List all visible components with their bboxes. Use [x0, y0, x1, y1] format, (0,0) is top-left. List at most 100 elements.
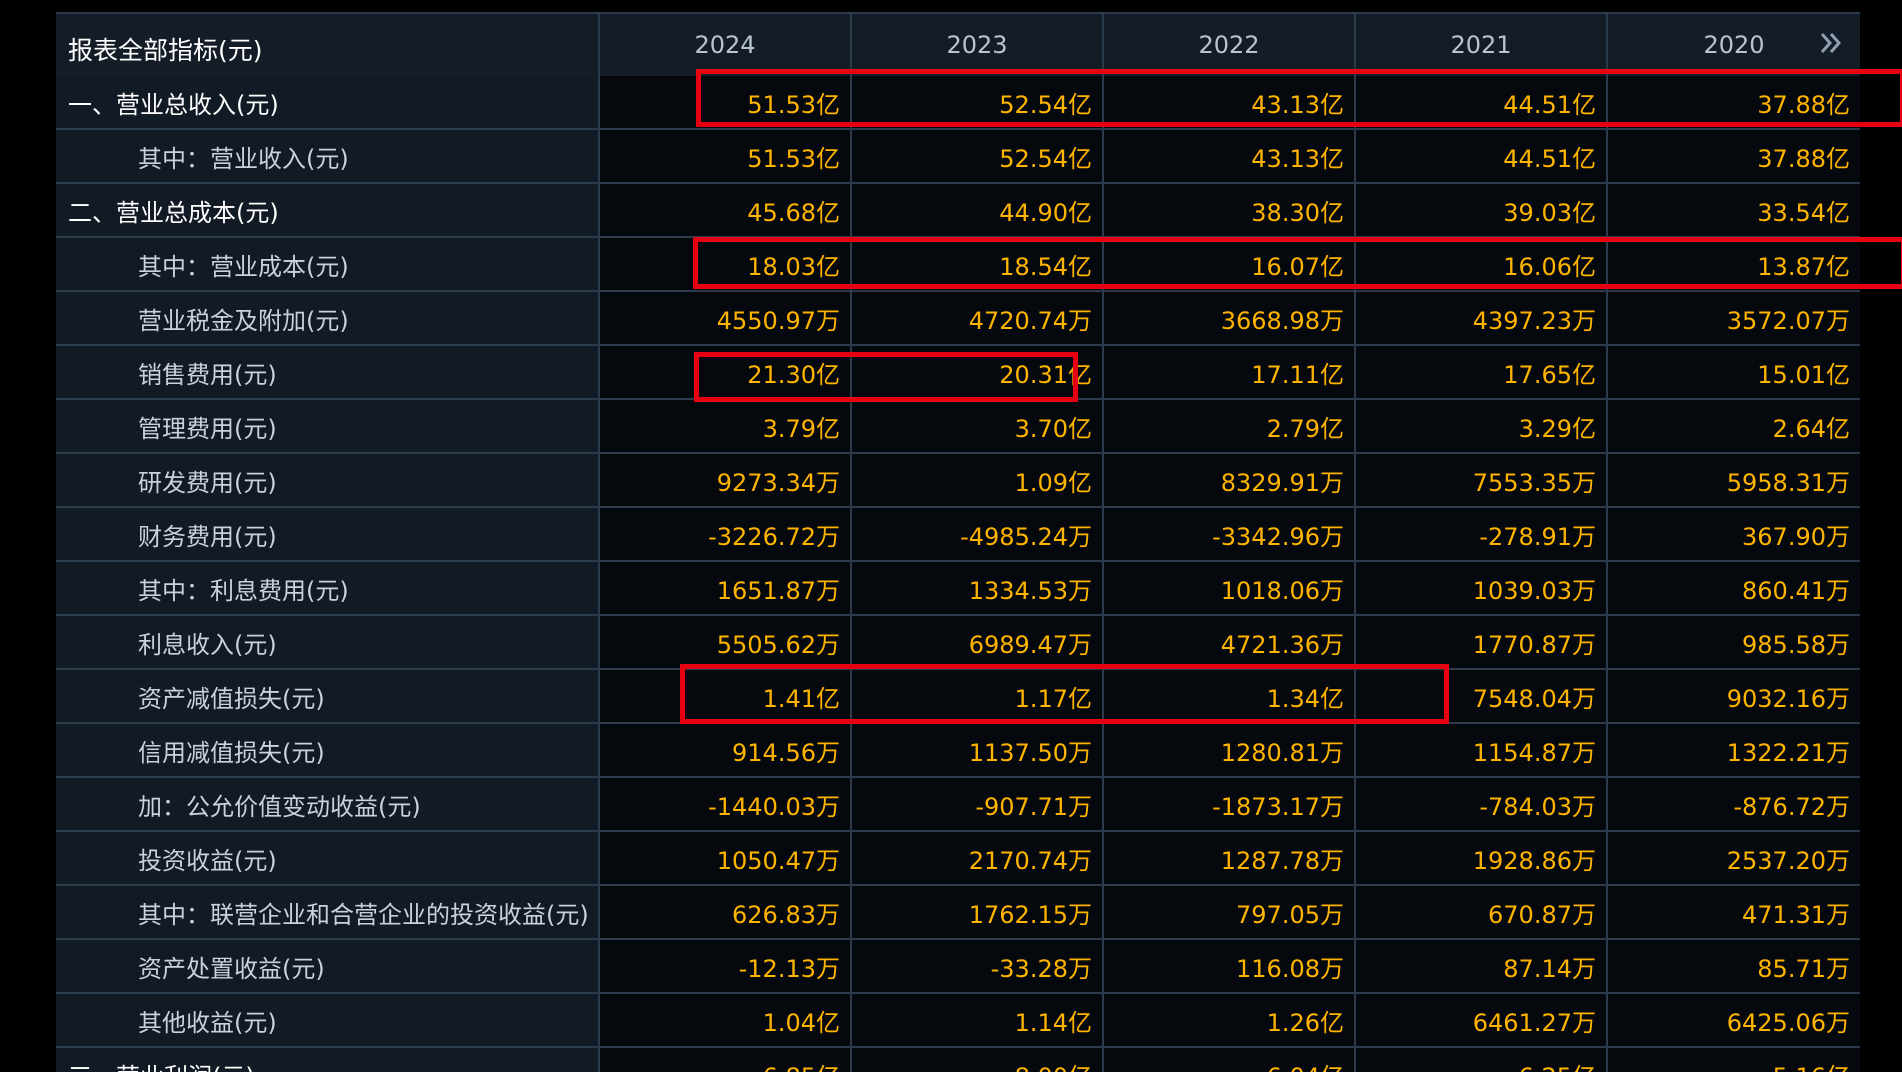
- table-row-admin-expense[interactable]: 管理费用(元) 3.79亿 3.70亿 2.79亿 3.29亿 2.64亿: [56, 400, 1860, 454]
- value-cell-2024: 21.30亿: [600, 346, 852, 398]
- value-cell-2023: 1.17亿: [852, 670, 1104, 722]
- table-row-selling-expense[interactable]: 销售费用(元) 21.30亿 20.31亿 17.11亿 17.65亿 15.01亿: [56, 346, 1860, 400]
- value-cell-2024: -3226.72万: [600, 508, 852, 560]
- value-cell-2020: 2.64亿: [1608, 400, 1860, 452]
- value-cell-2024: 18.03亿: [600, 238, 852, 290]
- table-row-tax-surcharge[interactable]: 营业税金及附加(元) 4550.97万 4720.74万 3668.98万 4397.2…: [56, 292, 1860, 346]
- value-cell-2020: 860.41万: [1608, 562, 1860, 614]
- table-row-operating-cost[interactable]: 其中：营业成本(元) 18.03亿 18.54亿 16.07亿 16.06亿 13.87亿: [56, 238, 1860, 292]
- value-cell-2020: 6425.06万: [1608, 994, 1860, 1046]
- row-label: 资产处置收益(元): [56, 940, 600, 992]
- row-label: 利息收入(元): [56, 616, 600, 668]
- value-cell-2020: 9032.16万: [1608, 670, 1860, 722]
- value-cell-2020: 5.16亿: [1608, 1048, 1860, 1072]
- table-row-interest-income[interactable]: 利息收入(元) 5505.62万 6989.47万 4721.36万 1770.87万 9…: [56, 616, 1860, 670]
- value-cell-2020: 367.90万: [1608, 508, 1860, 560]
- value-cell-2020: 2537.20万: [1608, 832, 1860, 884]
- value-cell-2023: 52.54亿: [852, 76, 1104, 128]
- value-cell-2022: -1873.17万: [1104, 778, 1356, 830]
- value-cell-2023: 44.90亿: [852, 184, 1104, 236]
- row-label: 二、营业总成本(元): [56, 184, 600, 236]
- table-row-investment-income[interactable]: 投资收益(元) 1050.47万 2170.74万 1287.78万 1928.86万 2…: [56, 832, 1860, 886]
- value-cell-2023: 2170.74万: [852, 832, 1104, 884]
- table-row-finance-expense[interactable]: 财务费用(元) -3226.72万 -4985.24万 -3342.96万 -278.9…: [56, 508, 1860, 562]
- value-cell-2024: 914.56万: [600, 724, 852, 776]
- table-row-interest-expense[interactable]: 其中：利息费用(元) 1651.87万 1334.53万 1018.06万 1039.0…: [56, 562, 1860, 616]
- value-cell-2024: 6.85亿: [600, 1048, 852, 1072]
- value-cell-2021: -784.03万: [1356, 778, 1608, 830]
- value-cell-2020: 471.31万: [1608, 886, 1860, 938]
- row-label: 一、营业总收入(元): [56, 76, 600, 128]
- table-row-asset-disposal-gain[interactable]: 资产处置收益(元) -12.13万 -33.28万 116.08万 87.14万 85.7…: [56, 940, 1860, 994]
- value-cell-2022: 1280.81万: [1104, 724, 1356, 776]
- value-cell-2020: 3572.07万: [1608, 292, 1860, 344]
- row-label: 财务费用(元): [56, 508, 600, 560]
- row-label: 销售费用(元): [56, 346, 600, 398]
- value-cell-2023: 52.54亿: [852, 130, 1104, 182]
- value-cell-2024: 51.53亿: [600, 130, 852, 182]
- value-cell-2021: 16.06亿: [1356, 238, 1608, 290]
- table-row-rd-expense[interactable]: 研发费用(元) 9273.34万 1.09亿 8329.91万 7553.35万 5958…: [56, 454, 1860, 508]
- value-cell-2022: 6.04亿: [1104, 1048, 1356, 1072]
- value-cell-2022: 8329.91万: [1104, 454, 1356, 506]
- value-cell-2022: 4721.36万: [1104, 616, 1356, 668]
- row-label: 管理费用(元): [56, 400, 600, 452]
- value-cell-2023: -4985.24万: [852, 508, 1104, 560]
- value-cell-2020: 37.88亿: [1608, 130, 1860, 182]
- value-cell-2022: 1018.06万: [1104, 562, 1356, 614]
- table-row-jv-investment-income[interactable]: 其中：联营企业和合营企业的投资收益(元) 626.83万 1762.15万 797.0…: [56, 886, 1860, 940]
- row-label: 其中：营业收入(元): [56, 130, 600, 182]
- table-row-total-cost[interactable]: 二、营业总成本(元) 45.68亿 44.90亿 38.30亿 39.03亿 33.54亿: [56, 184, 1860, 238]
- header-year-2023[interactable]: 2023: [852, 14, 1104, 76]
- value-cell-2022: 43.13亿: [1104, 130, 1356, 182]
- value-cell-2021: 4397.23万: [1356, 292, 1608, 344]
- table-row-operating-profit[interactable]: 三、营业利润(元)6.85亿8.00亿6.04亿6.25亿5.16亿: [56, 1048, 1860, 1072]
- value-cell-2022: 38.30亿: [1104, 184, 1356, 236]
- header-year-2022[interactable]: 2022: [1104, 14, 1356, 76]
- value-cell-2021: 39.03亿: [1356, 184, 1608, 236]
- value-cell-2022: 1.26亿: [1104, 994, 1356, 1046]
- value-cell-2020: 13.87亿: [1608, 238, 1860, 290]
- table-row-asset-impairment[interactable]: 资产减值损失(元) 1.41亿 1.17亿 1.34亿 7548.04万 9032.16万: [56, 670, 1860, 724]
- value-cell-2021: 3.29亿: [1356, 400, 1608, 452]
- value-cell-2024: 4550.97万: [600, 292, 852, 344]
- header-year-2020-label: 2020: [1703, 31, 1765, 59]
- header-year-2021[interactable]: 2021: [1356, 14, 1608, 76]
- value-cell-2020: 985.58万: [1608, 616, 1860, 668]
- row-label: 营业税金及附加(元): [56, 292, 600, 344]
- value-cell-2024: 1651.87万: [600, 562, 852, 614]
- value-cell-2023: -907.71万: [852, 778, 1104, 830]
- header-year-2024[interactable]: 2024: [600, 14, 852, 76]
- value-cell-2023: 6989.47万: [852, 616, 1104, 668]
- value-cell-2020: 5958.31万: [1608, 454, 1860, 506]
- table-row-fair-value-gain[interactable]: 加：公允价值变动收益(元) -1440.03万 -907.71万 -1873.17万 -…: [56, 778, 1860, 832]
- value-cell-2023: 1.14亿: [852, 994, 1104, 1046]
- value-cell-2022: -3342.96万: [1104, 508, 1356, 560]
- value-cell-2021: 1154.87万: [1356, 724, 1608, 776]
- value-cell-2022: 3668.98万: [1104, 292, 1356, 344]
- value-cell-2023: 18.54亿: [852, 238, 1104, 290]
- value-cell-2024: 626.83万: [600, 886, 852, 938]
- value-cell-2021: 7553.35万: [1356, 454, 1608, 506]
- table-row-credit-impairment[interactable]: 信用减值损失(元) 914.56万 1137.50万 1280.81万 1154.87万…: [56, 724, 1860, 778]
- value-cell-2020: 33.54亿: [1608, 184, 1860, 236]
- table-row-total-revenue[interactable]: 一、营业总收入(元) 51.53亿 52.54亿 43.13亿 44.51亿 37.88亿: [56, 76, 1860, 130]
- value-cell-2022: 1.34亿: [1104, 670, 1356, 722]
- header-year-2020[interactable]: 2020: [1608, 14, 1860, 76]
- value-cell-2023: 8.00亿: [852, 1048, 1104, 1072]
- value-cell-2021: 1039.03万: [1356, 562, 1608, 614]
- value-cell-2021: 7548.04万: [1356, 670, 1608, 722]
- table-row-other-income[interactable]: 其他收益(元) 1.04亿 1.14亿 1.26亿 6461.27万 6425.06万: [56, 994, 1860, 1048]
- row-label: 其他收益(元): [56, 994, 600, 1046]
- value-cell-2020: 85.71万: [1608, 940, 1860, 992]
- row-label: 加：公允价值变动收益(元): [56, 778, 600, 830]
- double-chevron-right-icon[interactable]: [1816, 28, 1846, 58]
- table-row-operating-revenue[interactable]: 其中：营业收入(元) 51.53亿 52.54亿 43.13亿 44.51亿 37.88亿: [56, 130, 1860, 184]
- value-cell-2023: 1137.50万: [852, 724, 1104, 776]
- value-cell-2021: -278.91万: [1356, 508, 1608, 560]
- value-cell-2023: 20.31亿: [852, 346, 1104, 398]
- value-cell-2021: 44.51亿: [1356, 130, 1608, 182]
- value-cell-2022: 116.08万: [1104, 940, 1356, 992]
- value-cell-2024: 51.53亿: [600, 76, 852, 128]
- value-cell-2023: 1762.15万: [852, 886, 1104, 938]
